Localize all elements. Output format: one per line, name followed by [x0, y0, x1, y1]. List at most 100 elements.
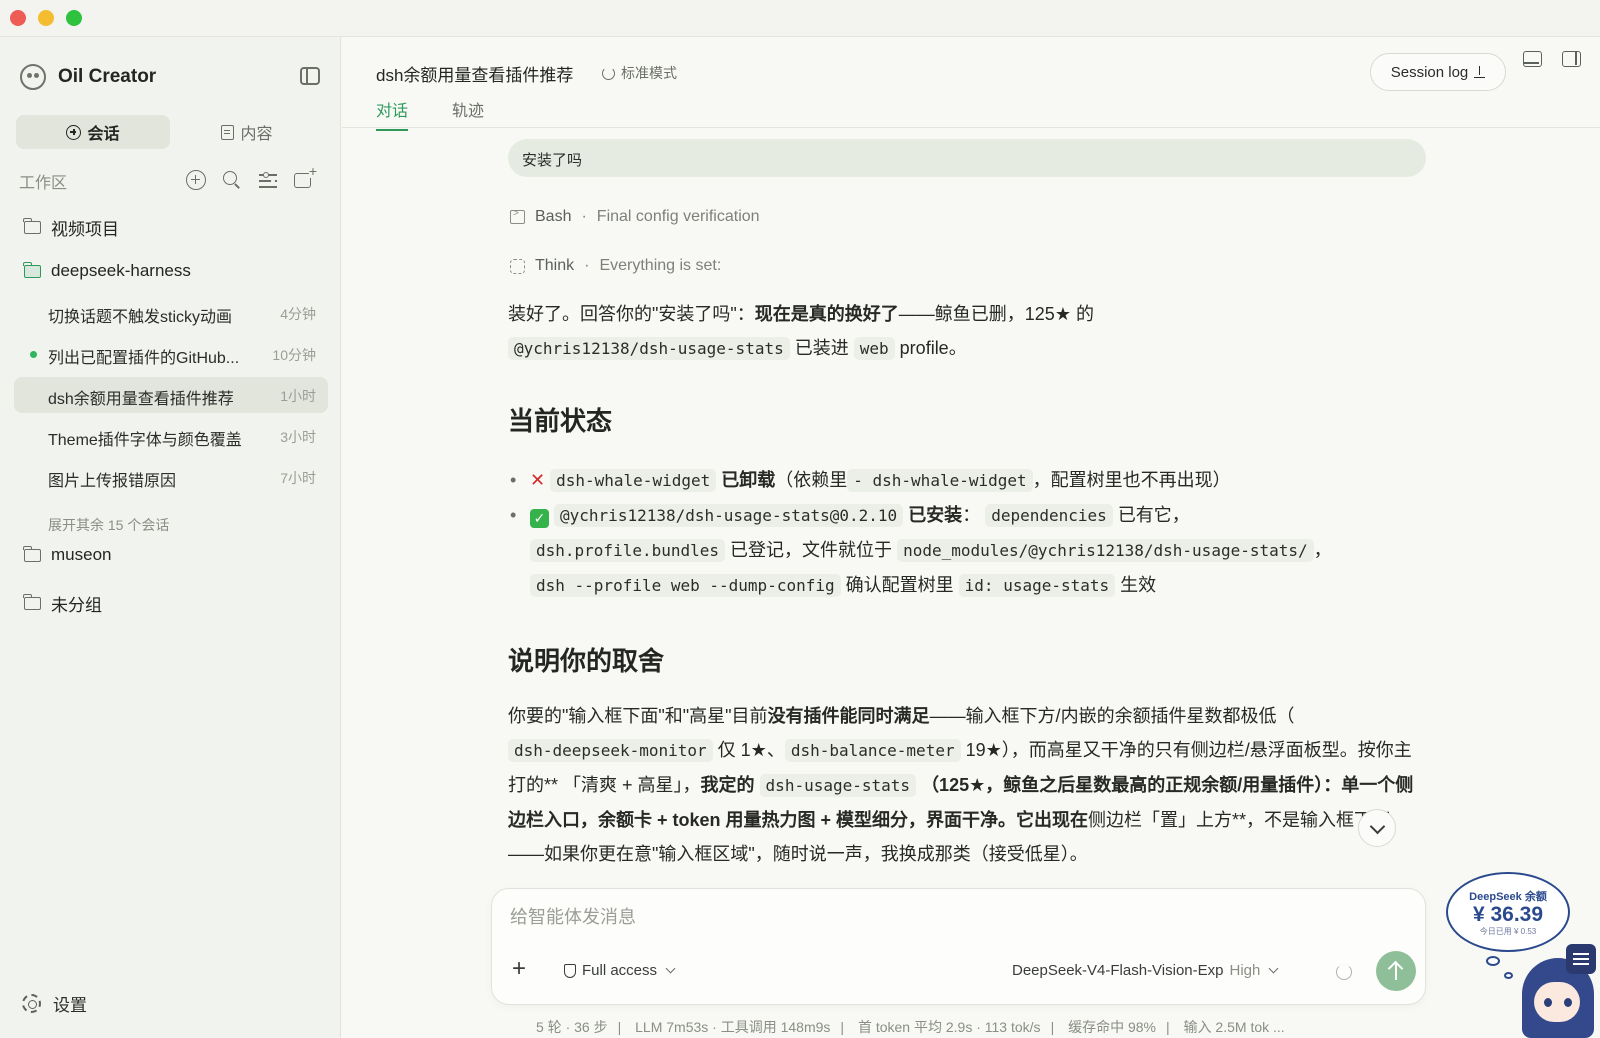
session-item[interactable]: Theme插件字体与颜色覆盖 3小时 [14, 418, 328, 454]
separator: | [1050, 1019, 1055, 1035]
zoom-window-button[interactable] [66, 10, 82, 26]
chevron-down-icon [665, 963, 676, 974]
conversation-title: dsh余额用量查看插件推荐 [376, 66, 574, 85]
settings-button[interactable]: 设置 [22, 991, 87, 1016]
title-bar [0, 0, 1600, 37]
separator: | [1166, 1019, 1170, 1035]
tab-dialog[interactable]: 对话 [376, 97, 409, 131]
terminal-icon [510, 208, 525, 224]
text: 侧边栏「 [1088, 810, 1161, 830]
session-log-button[interactable]: Session log [1370, 53, 1506, 91]
assistant-explanation: 你要的"输入框下面"和"高星"目前没有插件能同时满足——输入框下方/内嵌的余额插… [508, 699, 1418, 871]
right-panel-toggle-icon[interactable] [1562, 51, 1581, 67]
folder-museon[interactable]: museon [23, 545, 111, 565]
settings-label: 设置 [53, 996, 87, 1015]
sidebar-toggle-icon[interactable] [300, 67, 320, 85]
session-item[interactable]: 列出已配置插件的GitHub... 10分钟 [14, 336, 328, 372]
session-item[interactable]: 图片上传报错原因 7小时 [14, 459, 328, 495]
text: 仅 1★、 [717, 740, 785, 760]
minimize-window-button[interactable] [38, 10, 54, 26]
close-window-button[interactable] [10, 10, 26, 26]
bottom-panel-toggle-icon[interactable] [1523, 51, 1542, 67]
model-selector[interactable]: DeepSeek-V4-Flash-Vision-Exp High [1012, 962, 1279, 979]
status-token-speed: 首 token 平均 2.9s · 113 tok/s [857, 1019, 1041, 1035]
bold-text: 现在是真的换好了 [754, 304, 899, 324]
inline-code: @ychris12138/dsh-usage-stats@0.2.10 [554, 504, 904, 527]
step-tool: Think [535, 257, 575, 274]
access-label: Full access [582, 962, 658, 979]
session-item[interactable]: 切换话题不触发sticky动画 4分钟 [14, 295, 328, 331]
filter-icon[interactable] [258, 170, 278, 190]
inline-code: dsh-whale-widget [550, 469, 717, 492]
inline-code: @ychris12138/dsh-usage-stats [508, 337, 790, 360]
app-name: Oil Creator [58, 66, 157, 87]
expand-more-sessions-link[interactable]: 展开其余 15 个会话 [48, 515, 169, 535]
tool-step-bash[interactable]: Bash · Final config verification [510, 208, 760, 226]
text: ——鲸鱼已删，125★ 的 [898, 304, 1094, 324]
add-icon[interactable] [186, 170, 206, 190]
tool-step-think[interactable]: Think · Everything is set: [510, 257, 721, 275]
mode-selector[interactable]: 标准模式 [602, 63, 677, 83]
conversation-header: dsh余额用量查看插件推荐 标准模式 对话 轨迹 Session log [342, 37, 1600, 131]
text: profile。 [899, 338, 967, 358]
session-title: dsh余额用量查看插件推荐 [48, 391, 234, 408]
session-time: 7小时 [280, 470, 316, 486]
attach-button[interactable]: + [504, 955, 534, 985]
think-icon [510, 258, 525, 274]
status-cache-hit: 缓存命中 98% [1068, 1019, 1157, 1035]
step-desc: Everything is set: [599, 257, 722, 274]
new-folder-icon[interactable] [294, 164, 317, 188]
download-icon [1474, 65, 1486, 79]
conversation-tabs: 对话 轨迹 [376, 97, 484, 131]
heading-status: 当前状态 [508, 406, 613, 436]
step-tool: Bash [535, 208, 572, 225]
reasoning-level: High [1229, 962, 1261, 979]
message-input[interactable] [510, 907, 1400, 928]
folder-icon [23, 218, 41, 234]
app-window: Oil Creator 会话 内容 工作区 视频项目 deeps [0, 0, 1600, 1038]
mascot-eye [1544, 998, 1552, 1007]
new-chat-icon [66, 124, 82, 140]
status-input-tokens: 输入 2.5M tok ... [1183, 1019, 1285, 1035]
inline-code: - dsh-whale-widget [847, 469, 1033, 492]
text: （依赖里 [775, 470, 848, 490]
text: 装好了。回答你的"安装了吗"： [508, 304, 755, 324]
balance-widget[interactable]: DeepSeek 余额 ¥ 36.39 今日已用 ¥ 0.53 [1446, 872, 1570, 952]
status-llm-time: LLM 7m53s · 工具调用 148m9s [635, 1019, 831, 1035]
folder-ungrouped[interactable]: 未分组 [23, 591, 102, 616]
step-desc: Final config verification [596, 208, 760, 225]
step-sep: · [584, 257, 590, 274]
mascot-face [1534, 982, 1580, 1022]
cross-icon: ✕ [530, 470, 546, 490]
assistant-intro: 装好了。回答你的"安装了吗"：现在是真的换好了——鲸鱼已删，125★ 的 @yc… [508, 297, 1418, 366]
inline-code: web [853, 337, 895, 360]
scroll-to-bottom-button[interactable] [1358, 809, 1396, 847]
folder-deepseek-harness[interactable]: deepseek-harness [23, 261, 191, 281]
session-item-active[interactable]: dsh余额用量查看插件推荐 1小时 [14, 377, 328, 413]
segment-content-button[interactable]: 内容 [170, 115, 324, 149]
text: 已登记，文件就位于 [730, 540, 893, 560]
session-title: Theme插件字体与颜色覆盖 [48, 432, 242, 449]
segment-chat-button[interactable]: 会话 [16, 115, 170, 149]
balance-today: 今日已用 ¥ 0.53 [1479, 927, 1537, 936]
search-icon[interactable] [222, 170, 242, 190]
model-label: DeepSeek-V4-Flash-Vision-Exp [1012, 962, 1224, 979]
send-button[interactable] [1376, 951, 1416, 991]
session-title: 图片上传报错原因 [48, 473, 177, 490]
text: ： [962, 505, 981, 525]
message-composer: + Full access DeepSeek-V4-Flash-Vision-E… [491, 888, 1426, 1005]
conversation-content: 安装了吗 Bash · Final config verification Th… [342, 129, 1600, 909]
inline-code: dsh-balance-meter [784, 739, 961, 762]
mode-label: 标准模式 [621, 65, 677, 81]
menu-icon[interactable] [1566, 944, 1596, 974]
folder-video-project[interactable]: 视频项目 [23, 215, 119, 240]
session-time: 4分钟 [280, 306, 316, 322]
list-item: ✓ @ychris12138/dsh-usage-stats@0.2.10 已安… [508, 498, 1418, 603]
sidebar-segment: 会话 内容 [16, 115, 324, 149]
mascot-eye [1564, 998, 1572, 1007]
sidebar: Oil Creator 会话 内容 工作区 视频项目 deeps [0, 37, 341, 1038]
user-message-bubble: 安装了吗 [508, 139, 1426, 177]
tab-trace[interactable]: 轨迹 [452, 97, 484, 131]
balance-value: ¥ 36.39 [1472, 903, 1544, 926]
access-selector[interactable]: Full access [564, 962, 676, 979]
